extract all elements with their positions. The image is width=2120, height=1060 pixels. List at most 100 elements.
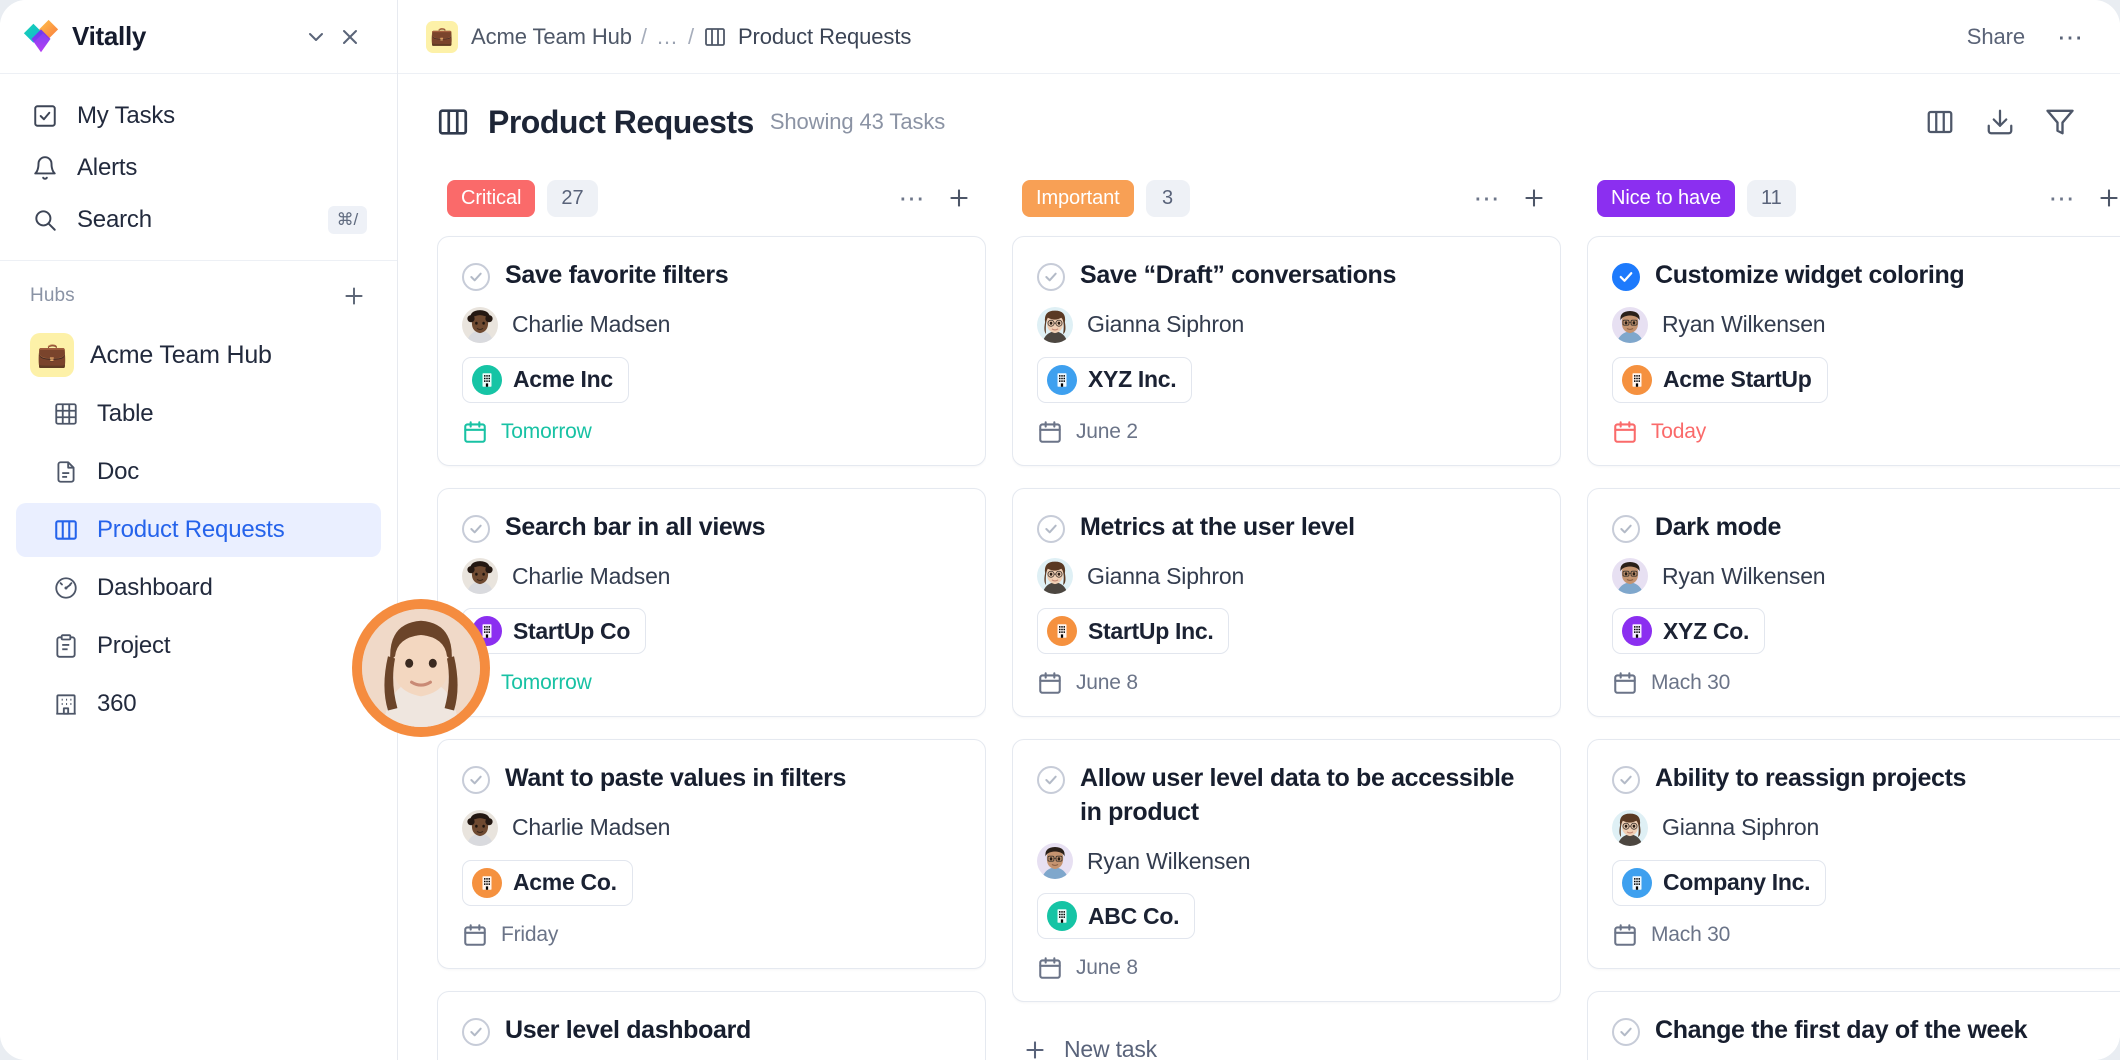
task-title: Ability to reassign projects [1655, 764, 1967, 792]
hub-tree: 💼 Acme Team Hub Table Doc Product Reques… [0, 317, 397, 735]
nav-item-search[interactable]: Search ⌘/ [16, 194, 381, 246]
sidebar-item-product-requests[interactable]: Product Requests [16, 503, 381, 557]
building-icon [1047, 364, 1077, 395]
search-shortcut-badge: ⌘/ [327, 206, 367, 234]
task-assignee[interactable]: Charlie Madsen [462, 809, 961, 846]
task-card[interactable]: Allow user level data to be accessible i… [1012, 739, 1561, 1002]
task-card[interactable]: User level dashboardCharlie MadsenAcme C… [437, 990, 986, 1060]
task-assignee[interactable]: Gianna Siphron [1612, 809, 2111, 846]
building-icon [1047, 616, 1077, 646]
checkbox-square-icon [30, 101, 60, 131]
due-date-text: Today [1651, 419, 1707, 443]
more-horizontal-icon[interactable]: ⋯ [1464, 185, 1512, 211]
sidebar-item-doc[interactable]: Doc [16, 445, 381, 499]
task-due-date[interactable]: June 8 [1037, 670, 1536, 696]
column-count-badge: 27 [547, 179, 598, 217]
hub-acme-team-hub[interactable]: 💼 Acme Team Hub [16, 327, 381, 383]
account-chip[interactable]: Acme Inc [462, 356, 629, 403]
task-card[interactable]: Dark mode Ryan Wilkensen XYZ Co. Mach 30 [1587, 487, 2120, 717]
column-priority-badge[interactable]: Important [1022, 179, 1134, 217]
task-due-date[interactable]: June 8 [1037, 955, 1536, 981]
task-complete-checkbox[interactable] [1037, 766, 1065, 794]
column-priority-badge[interactable]: Nice to have [1597, 179, 1735, 217]
nav-item-alerts[interactable]: Alerts [16, 142, 381, 194]
breadcrumb-separator: / [640, 23, 647, 49]
account-chip[interactable]: Acme StartUp [1612, 356, 1828, 403]
task-complete-checkbox[interactable] [1037, 514, 1065, 543]
column-cards: Save “Draft” conversations Gianna Siphron… [1012, 226, 1561, 1060]
task-due-date[interactable]: Tomorrow [462, 670, 961, 696]
board-view-icon[interactable] [1918, 100, 1962, 144]
breadcrumb-ellipsis[interactable]: … [656, 24, 679, 50]
nav-item-my-tasks[interactable]: My Tasks [16, 90, 381, 142]
task-assignee[interactable]: Charlie Madsen [462, 558, 961, 594]
account-chip[interactable]: StartUp Co [462, 608, 647, 654]
column-header: Nice to have 11 ⋯ [1587, 170, 2120, 226]
task-complete-checkbox[interactable] [462, 263, 490, 291]
task-card[interactable]: Save “Draft” conversations Gianna Siphron… [1012, 236, 1561, 466]
task-complete-checkbox[interactable] [1612, 1017, 1640, 1046]
sidebar: Vitally My Tasks Alerts Search ⌘/ Hubs 💼… [0, 0, 398, 1060]
account-chip[interactable]: XYZ Co. [1612, 608, 1766, 654]
task-card[interactable]: Search bar in all views Charlie Madsen Sta… [437, 487, 986, 717]
task-assignee[interactable]: Charlie Madsen [462, 306, 961, 343]
task-assignee[interactable]: Gianna Siphron [1037, 306, 1536, 343]
due-date-text: Friday [501, 922, 559, 946]
task-complete-checkbox[interactable] [462, 766, 490, 794]
task-assignee[interactable]: Ryan Wilkensen [1037, 843, 1536, 879]
task-complete-checkbox[interactable] [1612, 514, 1640, 543]
breadcrumb-hub[interactable]: Acme Team Hub [471, 24, 632, 50]
task-assignee[interactable]: Ryan Wilkensen [1612, 306, 2111, 343]
task-complete-checkbox[interactable] [1612, 766, 1640, 794]
share-button[interactable]: Share [1967, 24, 2025, 50]
task-title: Want to paste values in filters [505, 764, 847, 792]
hubs-label: Hubs [30, 285, 75, 306]
task-due-date[interactable]: Mach 30 [1612, 922, 2111, 948]
chevron-down-icon[interactable] [299, 20, 333, 54]
task-complete-checkbox[interactable] [462, 1017, 490, 1046]
more-horizontal-icon[interactable]: ⋯ [889, 185, 937, 211]
task-assignee[interactable]: Ryan Wilkensen [1612, 558, 2111, 594]
sidebar-item-project[interactable]: Project [16, 619, 381, 673]
more-horizontal-icon[interactable]: ⋯ [2057, 24, 2084, 50]
task-complete-checkbox[interactable] [1037, 263, 1065, 291]
account-chip[interactable]: ABC Co. [1037, 893, 1196, 939]
task-complete-checkbox[interactable] [1612, 263, 1640, 291]
close-icon[interactable] [333, 20, 367, 54]
sidebar-item-table[interactable]: Table [16, 387, 381, 441]
plus-icon[interactable] [1517, 181, 1551, 215]
breadcrumb-current[interactable]: Product Requests [738, 24, 911, 50]
account-chip[interactable]: Acme Co. [462, 859, 633, 906]
column-cards: Customize widget coloring Ryan Wilkensen A… [1587, 226, 2120, 1060]
task-due-date[interactable]: June 2 [1037, 419, 1536, 445]
task-due-date[interactable]: Mach 30 [1612, 670, 2111, 696]
sidebar-item-dashboard[interactable]: Dashboard [16, 561, 381, 615]
task-complete-checkbox[interactable] [462, 514, 490, 543]
filter-icon[interactable] [2038, 100, 2082, 144]
task-card[interactable]: Change the first day of the weekRyan Wil… [1587, 990, 2120, 1060]
building-icon [52, 690, 80, 718]
plus-icon[interactable] [341, 283, 367, 309]
new-task-button[interactable]: New task [1012, 1024, 1561, 1060]
task-due-date[interactable]: Today [1612, 419, 2111, 445]
column-cards: Save favorite filters Charlie Madsen Acme … [437, 226, 986, 1060]
plus-icon[interactable] [942, 181, 976, 215]
task-assignee[interactable]: Gianna Siphron [1037, 558, 1536, 594]
task-due-date[interactable]: Friday [462, 922, 961, 948]
task-card[interactable]: Ability to reassign projects Gianna Siphr… [1587, 739, 2120, 969]
download-icon[interactable] [1978, 100, 2022, 144]
task-title-row: Customize widget coloring [1612, 259, 2111, 293]
sidebar-item-360[interactable]: 360 [16, 677, 381, 731]
column-priority-badge[interactable]: Critical [447, 179, 536, 217]
task-due-date[interactable]: Tomorrow [462, 419, 961, 445]
task-card[interactable]: Customize widget coloring Ryan Wilkensen A… [1587, 236, 2120, 466]
plus-icon[interactable] [2092, 181, 2120, 215]
due-date-text: June 2 [1076, 419, 1138, 443]
account-chip[interactable]: StartUp Inc. [1037, 608, 1230, 654]
task-card[interactable]: Save favorite filters Charlie Madsen Acme … [437, 236, 986, 466]
account-chip[interactable]: XYZ Inc. [1037, 356, 1193, 403]
account-chip[interactable]: Company Inc. [1612, 859, 1827, 906]
task-card[interactable]: Want to paste values in filters Charlie M… [437, 739, 986, 969]
task-card[interactable]: Metrics at the user level Gianna Siphron S… [1012, 487, 1561, 717]
more-horizontal-icon[interactable]: ⋯ [2039, 185, 2087, 211]
